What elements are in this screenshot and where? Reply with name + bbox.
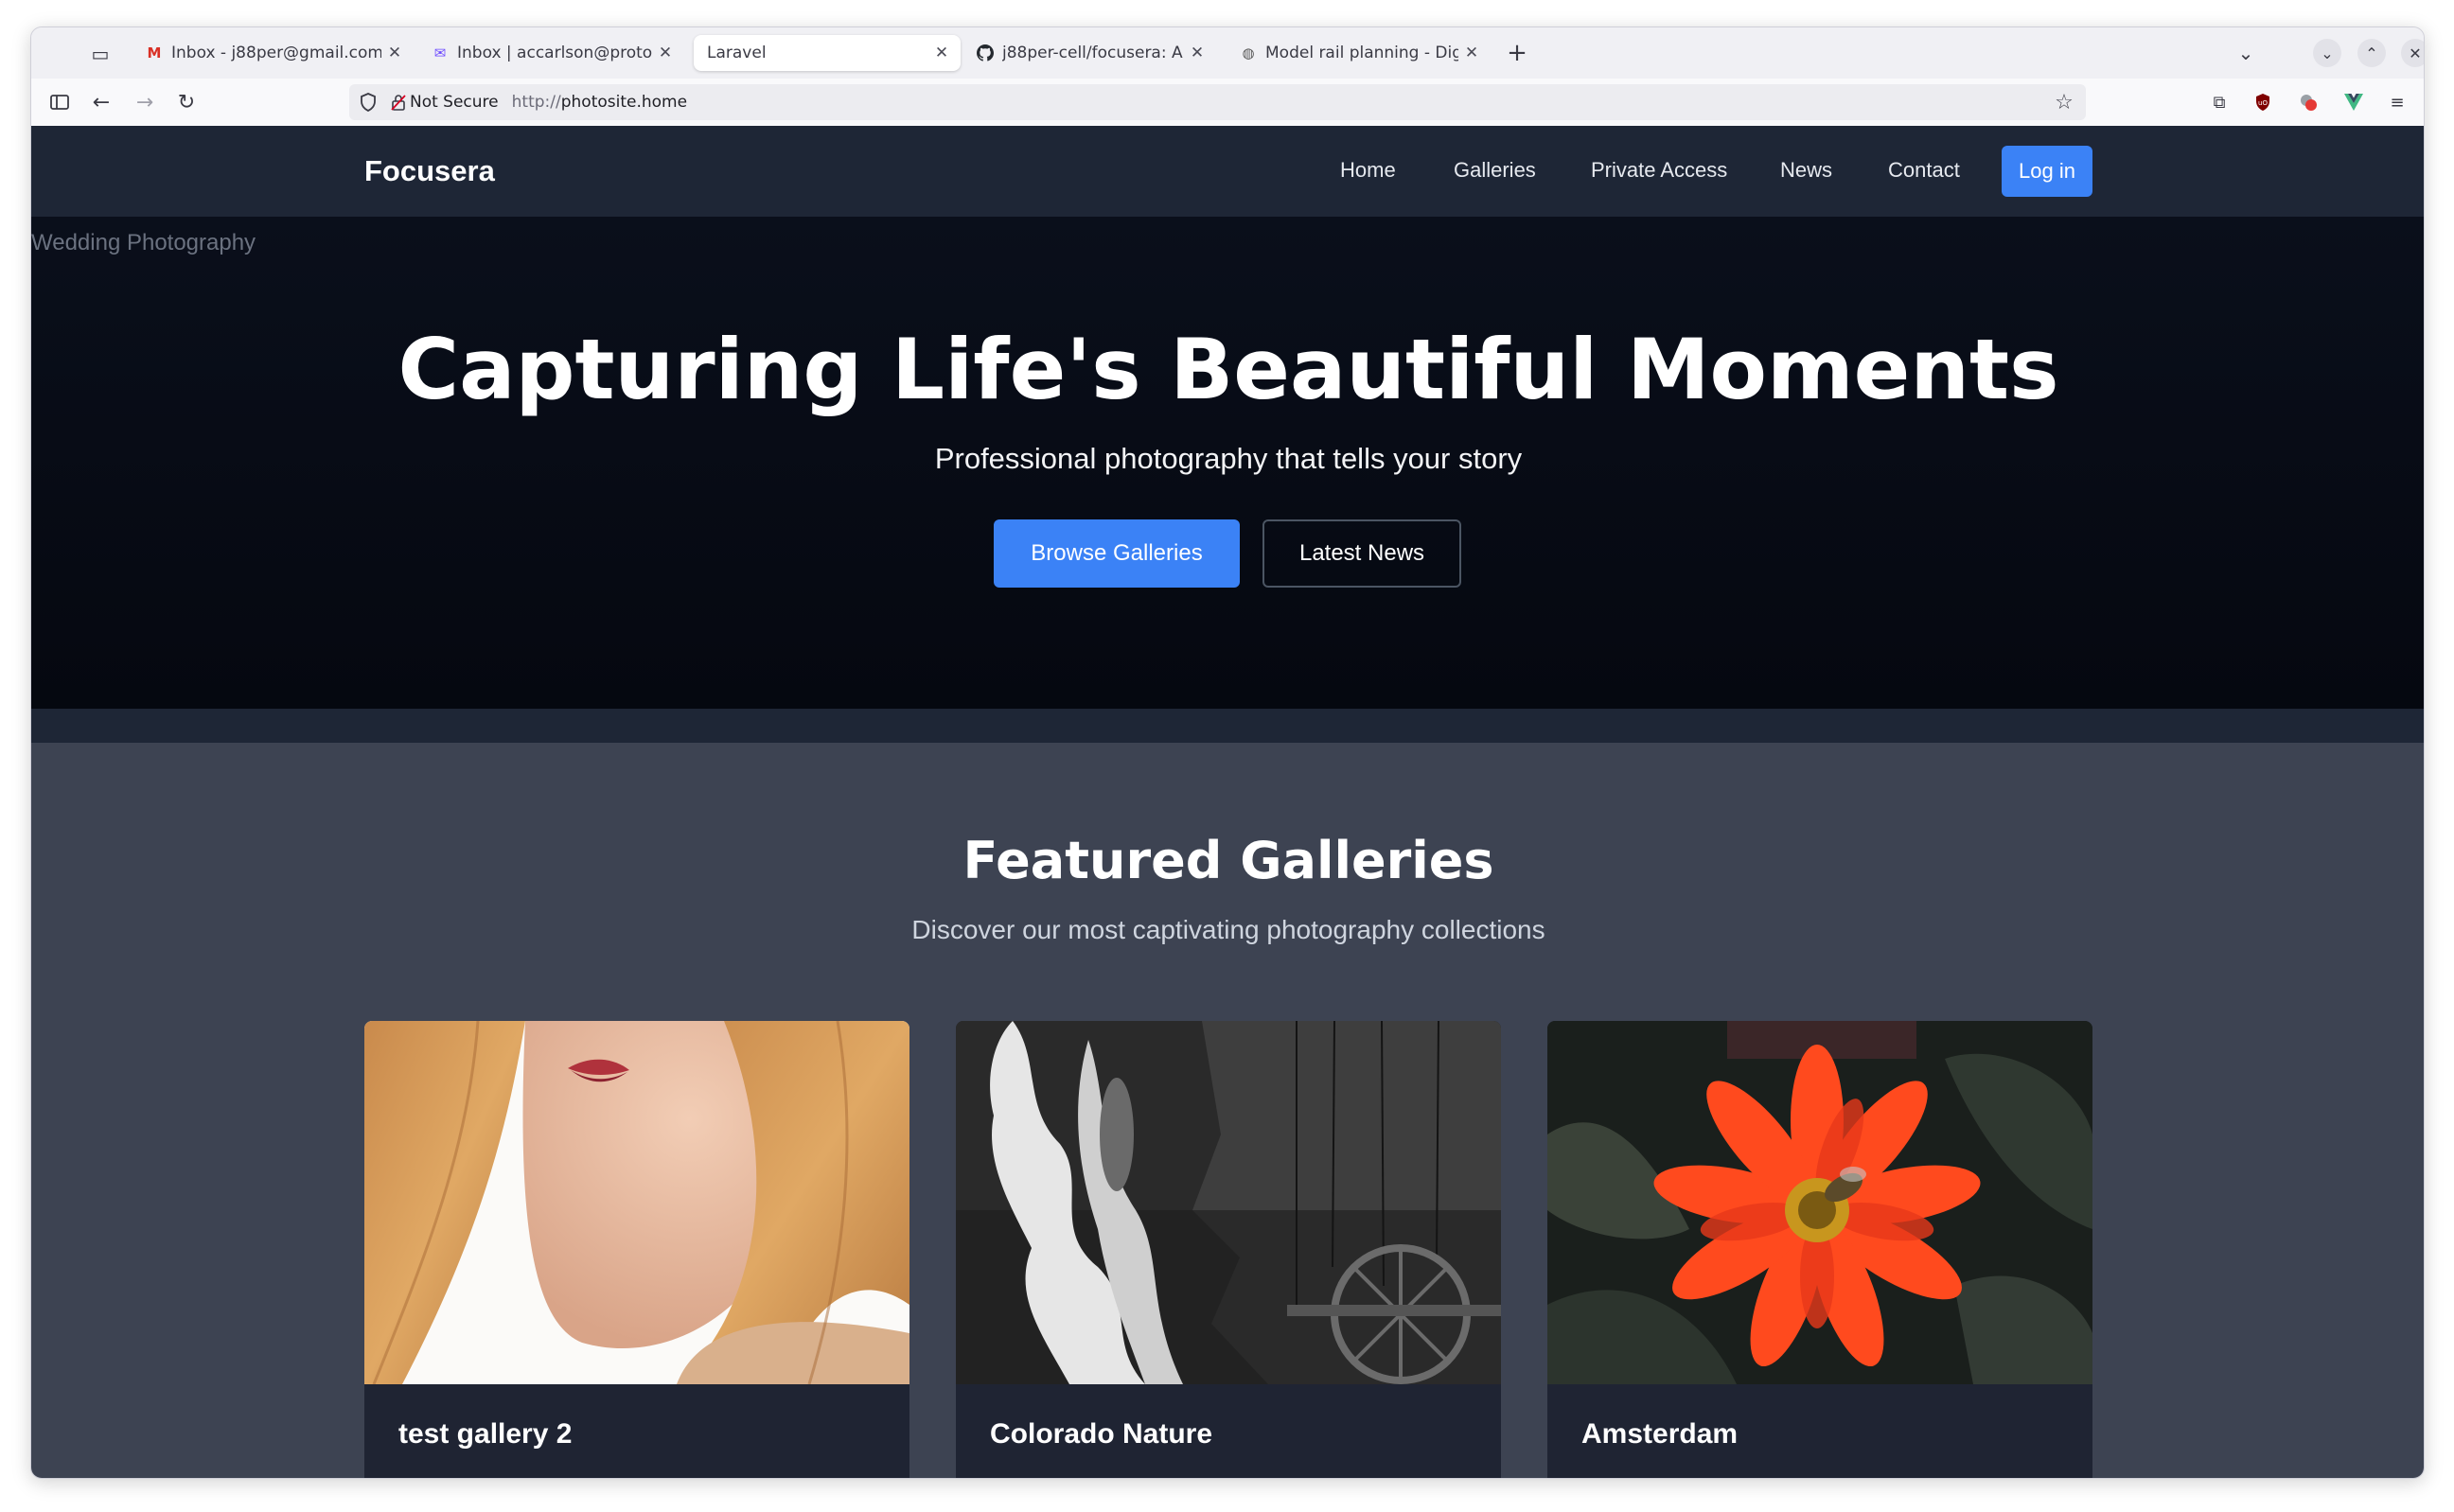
nav-link-home[interactable]: Home xyxy=(1340,158,1396,183)
tab-strip: ▭ M Inbox - j88per@gmail.com ✕ ✉ Inbox |… xyxy=(31,27,2424,79)
gallery-card-title[interactable]: Colorado Nature xyxy=(990,1418,1212,1450)
featured-galleries-title: Featured Galleries xyxy=(962,831,1494,890)
browser-window: ▭ M Inbox - j88per@gmail.com ✕ ✉ Inbox |… xyxy=(30,26,2425,1479)
close-icon[interactable]: ✕ xyxy=(1462,44,1481,62)
tab-list-icon[interactable]: ▭ xyxy=(86,41,115,67)
globe-icon: ◍ xyxy=(1242,44,1255,62)
url-host: photosite.home xyxy=(560,93,688,112)
login-button[interactable]: Log in xyxy=(2002,146,2092,197)
browse-galleries-button[interactable]: Browse Galleries xyxy=(994,519,1240,588)
gallery-card[interactable]: Amsterdam xyxy=(1547,1021,2092,1478)
navigation-toolbar: ← → ↻ Not Secure http:// photosite.home … xyxy=(31,79,2424,126)
address-bar[interactable]: Not Secure http:// photosite.home ☆ xyxy=(349,84,2086,120)
portrait-photo[interactable] xyxy=(364,1021,909,1385)
close-icon[interactable]: ✕ xyxy=(932,44,951,62)
sidebar-toggle-icon[interactable] xyxy=(44,87,75,117)
frozen-waterfall-photo[interactable] xyxy=(956,1021,1501,1384)
red-dahlia-photo[interactable] xyxy=(1547,1021,2092,1384)
nav-link-contact[interactable]: Contact xyxy=(1888,158,1960,183)
close-icon[interactable]: ✕ xyxy=(656,44,675,62)
tab-laravel[interactable]: Laravel ✕ xyxy=(694,35,961,71)
vue-devtools-icon[interactable] xyxy=(2340,89,2367,115)
not-secure-label: Not Secure xyxy=(410,93,499,112)
url-scheme: http:// xyxy=(511,93,561,112)
bookmark-star-icon[interactable]: ☆ xyxy=(2050,88,2078,116)
site-header: Focusera Home Galleries Private Access N… xyxy=(31,126,2424,217)
privacy-extension-icon[interactable] xyxy=(2295,89,2322,115)
web-page: Focusera Home Galleries Private Access N… xyxy=(31,126,2424,1478)
github-icon xyxy=(976,44,995,62)
close-icon[interactable]: ✕ xyxy=(385,44,404,62)
maximize-icon[interactable]: ⌃ xyxy=(2357,39,2386,67)
gallery-card[interactable]: test gallery 2 xyxy=(364,1021,909,1478)
hero-image-alt-text: Wedding Photography xyxy=(31,230,256,255)
nav-link-galleries[interactable]: Galleries xyxy=(1454,158,1536,183)
minimize-icon[interactable]: ⌄ xyxy=(2313,39,2341,67)
tab-gmail[interactable]: M Inbox - j88per@gmail.com ✕ xyxy=(132,35,414,71)
tab-github[interactable]: j88per-cell/focusera: A photo ✕ xyxy=(962,35,1216,71)
insecure-lock-icon[interactable] xyxy=(387,94,410,111)
close-window-icon[interactable]: ✕ xyxy=(2401,39,2424,67)
hero-subtitle: Professional photography that tells your… xyxy=(934,442,1523,475)
gallery-card-title[interactable]: test gallery 2 xyxy=(398,1418,572,1450)
shield-icon[interactable] xyxy=(349,93,387,112)
hero-divider xyxy=(31,709,2424,743)
reload-icon[interactable]: ↻ xyxy=(171,87,202,117)
latest-news-button[interactable]: Latest News xyxy=(1262,519,1461,588)
chevron-down-icon[interactable]: ⌄ xyxy=(2232,39,2260,67)
tab-model-rail[interactable]: ◍ Model rail planning - Digital ✕ xyxy=(1226,35,1491,71)
nav-link-private-access[interactable]: Private Access xyxy=(1591,158,1727,183)
featured-galleries-subtitle: Discover our most captivating photograph… xyxy=(911,915,1545,944)
hamburger-menu-icon[interactable]: ≡ xyxy=(2384,89,2410,115)
extensions-puzzle-icon[interactable]: ⧉ xyxy=(2206,89,2233,115)
forward-arrow-icon[interactable]: → xyxy=(130,87,160,117)
gallery-card[interactable]: Colorado Nature xyxy=(956,1021,1501,1478)
gallery-card-title[interactable]: Amsterdam xyxy=(1581,1418,1738,1450)
ublock-shield-icon[interactable]: uO xyxy=(2250,89,2276,115)
back-arrow-icon[interactable]: ← xyxy=(86,87,116,117)
hero-section: Wedding Photography Capturing Life's Bea… xyxy=(31,217,2424,709)
nav-link-news[interactable]: News xyxy=(1780,158,1832,183)
tab-proton[interactable]: ✉ Inbox | accarlson@proton.me ✕ xyxy=(417,35,684,71)
close-icon[interactable]: ✕ xyxy=(1188,44,1207,62)
proton-mail-icon: ✉ xyxy=(433,44,447,62)
svg-text:uO: uO xyxy=(2258,99,2268,107)
gmail-icon: M xyxy=(147,44,162,62)
hero-title: Capturing Life's Beautiful Moments xyxy=(397,321,2059,418)
site-brand[interactable]: Focusera xyxy=(364,154,495,188)
new-tab-plus-icon[interactable]: + xyxy=(1503,39,1531,67)
